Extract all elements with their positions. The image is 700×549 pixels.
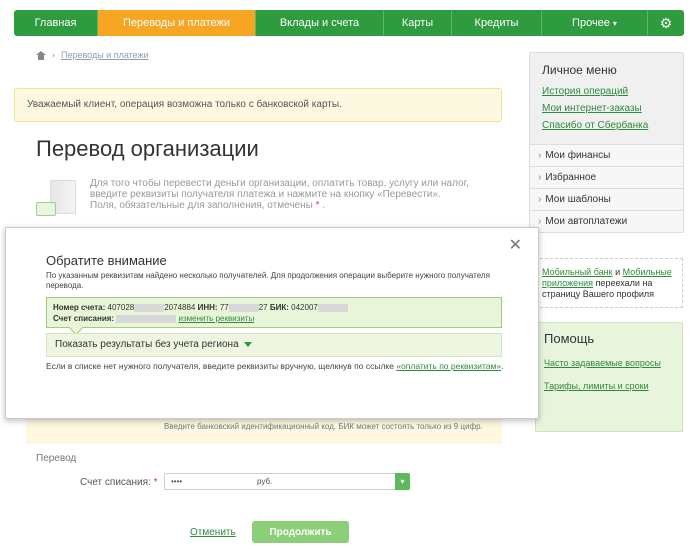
top-nav: Главная Переводы и платежи Вклады и счет… (14, 10, 684, 36)
change-requisites-link[interactable]: изменить реквизиты (179, 314, 255, 323)
modal-hint: Если в списке нет нужного получателя, вв… (46, 361, 506, 371)
info-illustration (36, 180, 78, 222)
required-note: Поля, обязательные для заполнения, отмеч… (90, 200, 326, 211)
nav-label: Прочее (572, 17, 610, 29)
inn-start: 77 (219, 303, 229, 312)
continue-button[interactable]: Продолжить (252, 521, 349, 543)
personal-menu-links: История операций Мои интернет-заказы Спа… (530, 83, 683, 144)
nav-more[interactable]: Прочее ▾ (542, 10, 648, 36)
info-text: Для того чтобы перевести деньги организа… (90, 178, 495, 211)
redacted-block (317, 303, 348, 312)
chevron-down-icon: ▾ (612, 18, 617, 28)
account-number-start: 407028 (107, 303, 135, 312)
chevron-down-icon[interactable]: ▾ (395, 473, 410, 490)
account-select-value: •••• (171, 477, 183, 486)
show-results-label: Показать результаты без учета региона (55, 339, 239, 350)
modal-title: Обратите внимание (46, 253, 167, 268)
nav-label: Главная (34, 17, 77, 29)
recipient-details: Номер счета: 407028 2074884 ИНН: 77 27 БИК… (53, 302, 495, 313)
nav-label: Переводы и платежи (122, 17, 231, 29)
nav-label: Карты (401, 17, 434, 29)
page-title: Перевод организации (36, 136, 259, 161)
account-select[interactable]: •••• руб. ▾ (164, 473, 410, 490)
link-tariffs[interactable]: Тарифы, лимиты и сроки (544, 381, 674, 392)
nav-deposits[interactable]: Вклады и счета (256, 10, 384, 36)
nav-label: Вклады и счета (279, 17, 360, 29)
bik-hint: Введите банковский идентификационный код… (164, 422, 483, 431)
required-mark: * (315, 200, 320, 211)
inn-label: ИНН: (197, 303, 218, 312)
section-label-transfer: Перевод (36, 453, 77, 464)
sidebar-item-templates[interactable]: Мои шаблоны (530, 188, 683, 210)
personal-menu-title: Личное меню (542, 63, 617, 77)
bik-start: 042007 (291, 303, 318, 312)
mobile-promo: Мобильный банк и Мобильные приложения пе… (535, 258, 683, 308)
breadcrumb-link-transfers[interactable]: Переводы и платежи (61, 50, 149, 60)
promo-and: и (612, 267, 623, 277)
home-icon[interactable] (36, 50, 46, 60)
sidebar-item-finances[interactable]: Мои финансы (530, 144, 683, 166)
recipient-option[interactable]: Номер счета: 407028 2074884 ИНН: 77 27 БИК… (46, 297, 502, 336)
debit-account-label: Счет списания: (53, 314, 115, 323)
nav-credits[interactable]: Кредиты (452, 10, 542, 36)
gear-icon[interactable]: ⚙ (648, 10, 684, 36)
help-box: Помощь Часто задаваемые вопросы Тарифы, … (535, 322, 683, 432)
link-operation-history[interactable]: История операций (530, 83, 683, 100)
account-field-label: Счет списания: * (80, 477, 157, 488)
link-mobile-bank[interactable]: Мобильный банк (542, 267, 613, 277)
account-label-text: Счет списания: (80, 477, 151, 488)
show-results-without-region[interactable]: Показать результаты без учета региона (46, 333, 502, 357)
attention-modal: ✕ Обратите внимание По указанным реквизи… (5, 227, 539, 419)
cancel-link[interactable]: Отменить (190, 527, 236, 538)
modal-hint-end: . (501, 361, 504, 371)
required-mark: * (153, 477, 158, 488)
inn-end: 27 (258, 303, 268, 312)
breadcrumb: › Переводы и платежи (36, 50, 149, 60)
modal-hint-text: Если в списке нет нужного получателя, вв… (46, 361, 397, 371)
account-select-currency: руб. (257, 477, 273, 486)
nav-home[interactable]: Главная (14, 10, 98, 36)
nav-cards[interactable]: Карты (384, 10, 452, 36)
redacted-block (116, 314, 177, 323)
pay-by-requisites-link[interactable]: «оплатить по реквизитам» (396, 361, 501, 371)
link-internet-orders[interactable]: Мои интернет-заказы (530, 100, 683, 117)
info-line: Для того чтобы перевести деньги организа… (90, 178, 469, 200)
sidebar-item-favorites[interactable]: Избранное (530, 166, 683, 188)
chevron-down-icon (243, 341, 252, 347)
card-icon (36, 202, 56, 216)
close-icon[interactable]: ✕ (509, 238, 522, 254)
nav-label: Кредиты (474, 17, 519, 29)
personal-menu: Личное меню История операций Мои интерне… (529, 52, 684, 233)
required-note-text: Поля, обязательные для заполнения, отмеч… (90, 200, 313, 211)
account-number-label: Номер счета: (53, 303, 106, 312)
bik-label: БИК: (269, 303, 289, 312)
redacted-block (228, 303, 259, 312)
redacted-block (134, 303, 165, 312)
sidebar-item-autopayments[interactable]: Мои автоплатежи (530, 210, 683, 232)
nav-transfers[interactable]: Переводы и платежи (98, 10, 256, 36)
breadcrumb-separator: › (52, 50, 55, 60)
help-title: Помощь (544, 331, 595, 346)
recipient-debit-row: Счет списания: изменить реквизиты (53, 313, 495, 324)
modal-description: По указанным реквизитам найдено нескольк… (46, 271, 490, 290)
account-number-end: 2074884 (164, 303, 196, 312)
link-faq[interactable]: Часто задаваемые вопросы (544, 358, 674, 369)
card-only-notice: Уважаемый клиент, операция возможна толь… (14, 88, 502, 122)
link-spasibo[interactable]: Спасибо от Сбербанка (530, 117, 683, 134)
